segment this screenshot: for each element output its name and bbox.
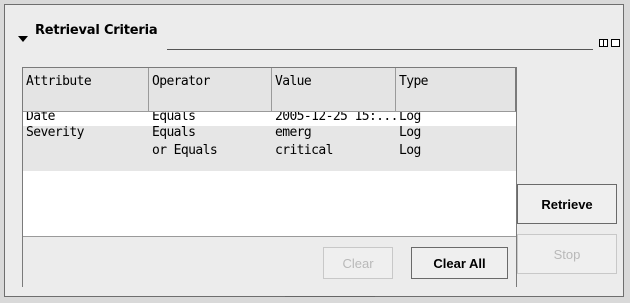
retrieval-criteria-panel: Retrieval Criteria Attribute Operator Va…	[4, 4, 624, 297]
cell-operator: Equals or Equals	[149, 126, 272, 171]
cell-value-line: emerg	[275, 126, 312, 140]
stop-button[interactable]: Stop	[517, 234, 617, 274]
clear-all-button[interactable]: Clear All	[411, 247, 508, 279]
resize-handle[interactable]	[285, 296, 375, 297]
criteria-table: Attribute Operator Value Type Date Equal…	[22, 67, 517, 287]
clear-button[interactable]: Clear	[323, 247, 393, 279]
column-header-type[interactable]: Type	[396, 68, 516, 112]
table-footer: Clear Clear All	[23, 236, 516, 287]
cell-operator-line: Equals	[152, 126, 196, 140]
cell-operator: Equals	[152, 112, 196, 124]
table-row[interactable]: Severity Equals or Equals emerg critical…	[23, 126, 516, 171]
title-divider	[167, 49, 593, 50]
cell-type-line: Log	[399, 143, 421, 158]
split-view-icon[interactable]	[599, 39, 608, 47]
window-controls	[599, 39, 620, 47]
cell-type: Log Log	[396, 126, 516, 171]
column-header-attribute[interactable]: Attribute	[23, 68, 149, 112]
table-body: Date Equals 2005-12-25 15:... Log Severi…	[23, 112, 516, 236]
cell-attribute: Severity	[23, 126, 149, 171]
cell-value: emerg critical	[272, 126, 396, 171]
cell-attribute-line: Severity	[26, 126, 84, 140]
cell-value-line: critical	[275, 143, 333, 158]
table-header: Attribute Operator Value Type	[23, 68, 516, 112]
cell-attribute: Date	[26, 112, 56, 124]
column-header-operator[interactable]: Operator	[149, 68, 272, 112]
table-row[interactable]: Date Equals 2005-12-25 15:... Log	[23, 112, 516, 126]
single-view-icon[interactable]	[611, 39, 620, 47]
panel-header: Retrieval Criteria	[5, 5, 623, 50]
collapse-triangle-icon[interactable]	[18, 36, 28, 42]
panel-title: Retrieval Criteria	[35, 23, 158, 38]
cell-type-line: Log	[399, 126, 421, 140]
cell-operator-line: or Equals	[152, 143, 218, 158]
cell-value: 2005-12-25 15:...	[275, 112, 396, 124]
retrieve-button[interactable]: Retrieve	[517, 184, 617, 224]
column-header-value[interactable]: Value	[272, 68, 396, 112]
cell-type: Log	[399, 112, 421, 124]
